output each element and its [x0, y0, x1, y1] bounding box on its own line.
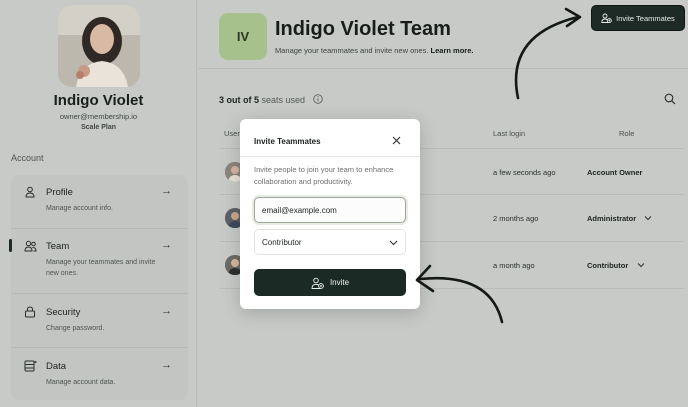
- annotation-arrows: [415, 7, 582, 324]
- annotation-arrow-bottom: [415, 264, 504, 324]
- annotation-arrow-top: [514, 7, 582, 100]
